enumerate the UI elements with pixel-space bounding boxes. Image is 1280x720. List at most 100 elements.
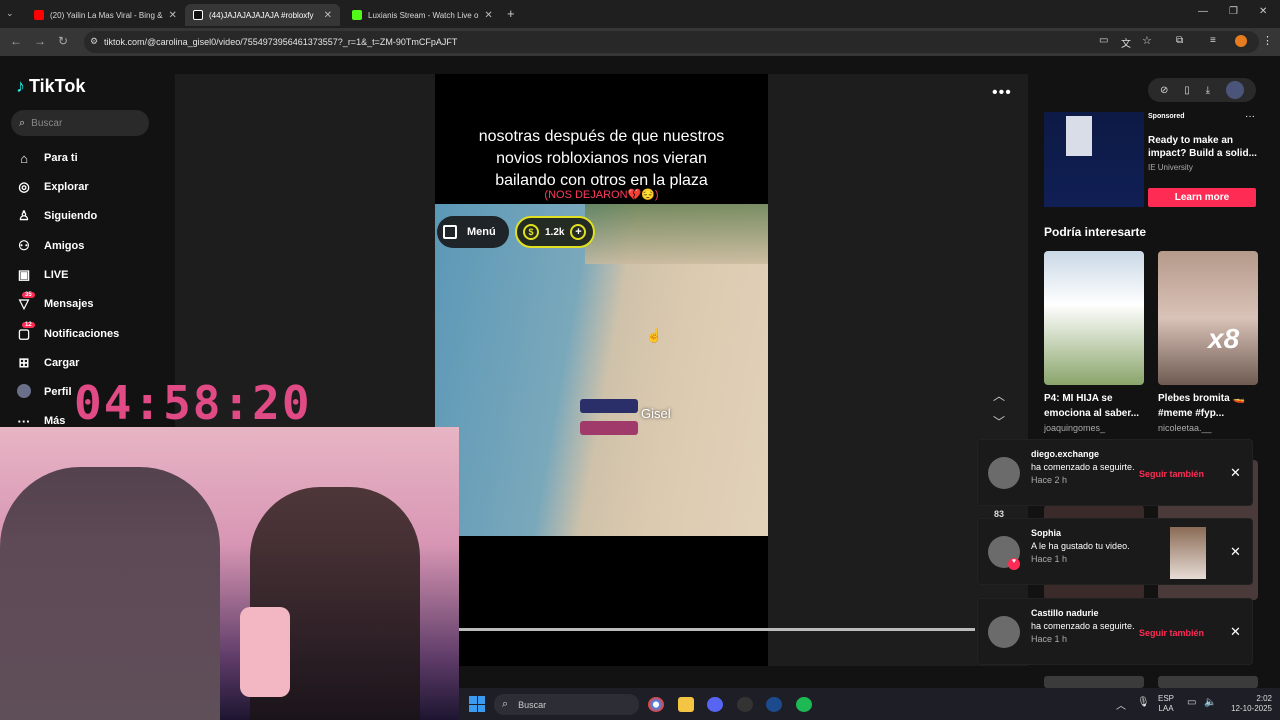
forward-icon[interactable]: →: [34, 34, 46, 48]
recommended-thumb-1[interactable]: [1044, 251, 1144, 385]
minimize-icon[interactable]: —: [1198, 6, 1208, 17]
previous-video-icon[interactable]: ︿: [993, 387, 1005, 404]
new-tab-button[interactable]: +: [507, 6, 515, 21]
webcam-overlay: [0, 427, 459, 720]
ad-book-image: [1066, 116, 1092, 156]
clock[interactable]: 2:02 12-10-2025: [1224, 694, 1272, 714]
recommended-thumb-2[interactable]: x8: [1158, 251, 1258, 385]
nav-siguiendo[interactable]: ♙ Siguiendo: [16, 205, 166, 227]
extensions-icon[interactable]: ⧉: [1176, 35, 1183, 46]
search-input[interactable]: ⌕ Buscar: [11, 110, 149, 136]
notification-toast[interactable]: diego.exchange ha comenzado a seguirte. …: [977, 439, 1253, 506]
nav-explorar[interactable]: ◎ Explorar: [16, 176, 166, 198]
chrome-icon[interactable]: [648, 697, 664, 712]
microphone-icon[interactable]: 🎙: [1137, 697, 1150, 708]
nav-label: Notificaciones: [44, 328, 120, 340]
messages-icon: ▽ 35: [16, 292, 35, 312]
url-bar[interactable]: tiktok.com/@carolina_gisel0/video/755497…: [84, 31, 1259, 53]
recommended-thumb-5[interactable]: [1044, 676, 1144, 688]
notification-name: diego.exchange: [1031, 449, 1100, 459]
notification-name: Sophia: [1031, 528, 1062, 538]
tiktok-logo[interactable]: ♪ TikTok: [16, 76, 85, 97]
network-icon[interactable]: ▭: [1187, 697, 1196, 708]
nav-amigos[interactable]: ⚇ Amigos: [16, 235, 166, 257]
next-video-icon[interactable]: ﹀: [993, 413, 1005, 430]
tab-label: (44)JAJAJAJAJAJA #robloxfy: [209, 10, 314, 20]
ad-org: IE University: [1148, 163, 1193, 172]
discord-icon[interactable]: [707, 697, 723, 712]
learn-more-button[interactable]: Learn more: [1148, 188, 1256, 207]
volume-icon[interactable]: 🔈: [1204, 697, 1216, 708]
language-indicator[interactable]: ESP LAA: [1158, 694, 1174, 714]
ad-title[interactable]: Ready to make an impact? Build a solid..…: [1148, 134, 1258, 160]
more-options-icon[interactable]: •••: [992, 84, 1012, 102]
tray-chevron-icon[interactable]: ︿: [1116, 697, 1126, 712]
windows-start-icon[interactable]: [469, 696, 485, 712]
cast-icon[interactable]: ▭: [1099, 35, 1108, 46]
browser-tab-3[interactable]: Luxianis Stream - Watch Live o ✕: [344, 4, 499, 26]
sponsored-label: Sponsored: [1148, 113, 1185, 120]
clock-time: 2:02: [1256, 694, 1272, 703]
notification-toast[interactable]: Castillo nadurie ha comenzado a seguirte…: [977, 598, 1253, 665]
spotify-icon[interactable]: [796, 697, 812, 712]
notification-text: ha comenzado a seguirte.: [1031, 462, 1135, 472]
notification-text: A le ha gustado tu video.: [1031, 541, 1130, 551]
maximize-icon[interactable]: ❐: [1229, 6, 1238, 17]
video-progress-bar[interactable]: [459, 628, 975, 631]
taskbar-search[interactable]: ⌕ Buscar: [494, 694, 639, 715]
back-icon[interactable]: ←: [10, 34, 22, 48]
device-icon[interactable]: ▯: [1184, 85, 1190, 96]
follow-back-button[interactable]: Seguir también: [1139, 628, 1204, 638]
messages-badge: 35: [22, 292, 35, 298]
close-icon[interactable]: ✕: [163, 10, 177, 21]
nav-mensajes[interactable]: ▽ 35 Mensajes: [16, 292, 166, 315]
recommended-title-2[interactable]: Plebes bromita 🚤 #meme #fyp...: [1158, 391, 1268, 421]
game-menu-button[interactable]: Menú: [437, 216, 509, 248]
ad-more-icon[interactable]: ···: [1245, 111, 1255, 122]
ad-thumbnail[interactable]: [1044, 112, 1144, 207]
coins-icon[interactable]: ⊘: [1160, 85, 1168, 96]
tab-list-icon[interactable]: ⌄: [6, 8, 14, 19]
media-icon[interactable]: ≡: [1210, 35, 1216, 46]
heart-icon: ♥: [1008, 558, 1020, 570]
close-icon[interactable]: ✕: [318, 10, 332, 21]
notification-video-thumb[interactable]: [1170, 527, 1206, 579]
close-icon[interactable]: ✕: [1230, 624, 1241, 640]
caption-line: nosotras después de que nuestros: [478, 128, 725, 145]
notification-toast[interactable]: ♥ Sophia A le ha gustado tu video. Hace …: [977, 518, 1253, 585]
steam-icon[interactable]: [766, 697, 782, 712]
plus-icon[interactable]: +: [570, 224, 587, 240]
recommended-thumb-6[interactable]: [1158, 676, 1258, 688]
obs-icon[interactable]: [737, 697, 753, 712]
clock-date: 12-10-2025: [1231, 704, 1272, 713]
user-avatar[interactable]: [1226, 81, 1244, 99]
close-icon[interactable]: ✕: [478, 10, 492, 21]
top-actions: ⊘ ▯ ⤓: [1148, 78, 1256, 102]
reload-icon[interactable]: ↻: [58, 34, 68, 48]
notification-name: Castillo nadurie: [1031, 608, 1099, 618]
menu-kebab-icon[interactable]: ⋮: [1262, 34, 1273, 47]
recommended-title-1[interactable]: P4: MI HIJA se emociona al saber...: [1044, 391, 1154, 421]
game-coins[interactable]: $ 1.2k +: [515, 216, 595, 248]
file-explorer-icon[interactable]: [678, 697, 694, 712]
nav-para-ti[interactable]: ⌂ Para ti: [16, 147, 166, 169]
recommended-user-2[interactable]: nicoleetaa.__: [1158, 423, 1212, 433]
close-icon[interactable]: ✕: [1230, 465, 1241, 481]
nav-notificaciones[interactable]: ▢ 12 Notificaciones: [16, 322, 166, 345]
close-icon[interactable]: ✕: [1230, 544, 1241, 560]
browser-tab-1[interactable]: (20) Yailin La Mas Viral - Bing & ✕: [26, 4, 181, 26]
download-icon[interactable]: ⤓: [1206, 85, 1210, 96]
browser-tab-2[interactable]: (44)JAJAJAJAJAJA #robloxfy ✕: [185, 4, 340, 26]
nav-cargar[interactable]: ⊞ Cargar: [16, 352, 166, 374]
nav-live[interactable]: ▣ LIVE: [16, 264, 166, 286]
lang-code: ESP: [1158, 694, 1175, 703]
recommended-user-1[interactable]: joaquingomes_: [1044, 423, 1105, 433]
window-close-icon[interactable]: ✕: [1259, 6, 1267, 17]
bookmark-star-icon[interactable]: ☆: [1142, 34, 1152, 47]
follow-back-button[interactable]: Seguir también: [1139, 469, 1204, 479]
site-info-icon[interactable]: ⚙: [90, 36, 98, 47]
profile-avatar-icon[interactable]: [1235, 35, 1247, 47]
notification-text: ha comenzado a seguirte.: [1031, 621, 1135, 631]
search-placeholder: Buscar: [31, 117, 63, 129]
translate-icon[interactable]: 文: [1121, 35, 1131, 50]
